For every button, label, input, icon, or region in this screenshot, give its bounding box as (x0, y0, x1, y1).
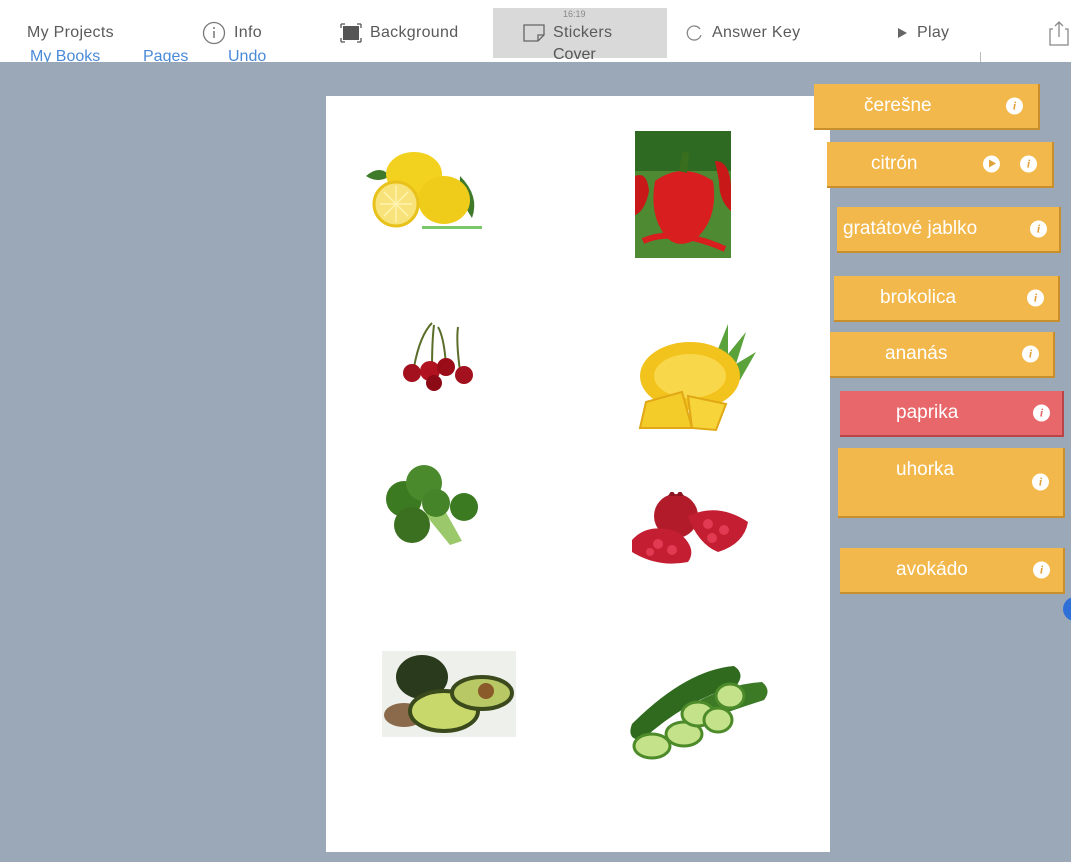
info-icon[interactable]: i (1027, 289, 1044, 307)
background-label: Background (370, 24, 459, 41)
share-button[interactable] (1047, 8, 1071, 58)
label-ananas-text: ananás (885, 343, 948, 364)
sticker-icon (523, 24, 545, 42)
play-button[interactable]: Play (895, 8, 949, 58)
page-title-cover: Cover (553, 46, 596, 63)
label-ceresne-text: čerešne (864, 95, 932, 116)
status-clock: 16:19 (563, 9, 586, 19)
answer-key-button[interactable]: Answer Key (684, 8, 800, 58)
label-citron-text: citrón (871, 153, 918, 174)
stickers-label: Stickers (553, 24, 613, 41)
red-pepper-sticker[interactable] (635, 131, 731, 263)
info-icon[interactable]: i (1022, 345, 1039, 363)
label-gratatove-jablko-text: gratátové jablko (843, 218, 978, 239)
answer-key-icon (684, 23, 704, 43)
label-uhorka[interactable]: uhorka i (838, 448, 1065, 518)
my-projects-label: My Projects (27, 24, 114, 41)
avocado-sticker[interactable] (382, 651, 516, 742)
info-label: Info (234, 24, 262, 41)
label-paprika-text: paprika (896, 402, 959, 423)
label-ananas[interactable]: ananás i (830, 332, 1055, 378)
book-page[interactable] (326, 96, 830, 852)
my-books-link[interactable]: My Books (30, 48, 100, 62)
cherries-sticker[interactable] (398, 321, 478, 396)
pages-link[interactable]: Pages (143, 48, 188, 62)
background-icon (340, 23, 362, 43)
play-label: Play (917, 24, 950, 41)
info-icon[interactable]: i (1020, 155, 1037, 173)
info-circle-icon (202, 21, 226, 45)
info-icon[interactable]: i (1033, 561, 1050, 579)
broccoli-sticker[interactable] (384, 463, 480, 558)
share-icon (1047, 19, 1071, 47)
info-icon[interactable]: i (1030, 220, 1047, 238)
label-gratatove-jablko[interactable]: gratátové jablko i (837, 207, 1061, 253)
answer-key-label: Answer Key (712, 24, 801, 41)
label-avokado-text: avokádo (896, 559, 968, 580)
lemon-sticker[interactable] (360, 146, 486, 241)
info-icon[interactable]: i (1006, 97, 1023, 115)
label-avokado[interactable]: avokádo i (840, 548, 1065, 594)
scroll-handle[interactable] (1063, 597, 1071, 621)
label-uhorka-text: uhorka (896, 459, 955, 480)
undo-link[interactable]: Undo (228, 48, 266, 62)
label-citron[interactable]: citrón i (827, 142, 1054, 188)
cucumber-sticker[interactable] (626, 660, 772, 771)
label-ceresne[interactable]: čerešne i (814, 84, 1040, 130)
background-button[interactable]: Background (340, 8, 458, 58)
play-icon (895, 26, 909, 40)
label-brokolica[interactable]: brokolica i (834, 276, 1060, 322)
info-icon[interactable]: i (1032, 473, 1049, 491)
top-toolbar: My Projects Info Background Stickers 16:… (0, 0, 1071, 63)
label-brokolica-text: brokolica (880, 287, 957, 308)
label-paprika[interactable]: paprika i (840, 391, 1064, 437)
pomegranate-sticker[interactable] (628, 490, 750, 573)
info-icon[interactable]: i (1033, 404, 1050, 422)
pineapple-sticker[interactable] (632, 324, 756, 439)
play-audio-icon[interactable] (983, 155, 1000, 173)
subnav-divider (980, 52, 981, 62)
